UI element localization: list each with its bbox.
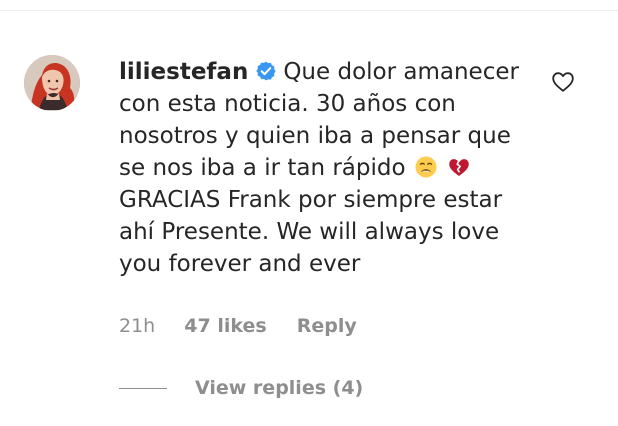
cut-off-text-fragment: · · · [270, 0, 319, 9]
profile-photo [24, 55, 80, 111]
comment-likes[interactable]: 47 likes [184, 313, 266, 339]
avatar[interactable] [24, 55, 80, 111]
previous-comment-cut-off: · · · [0, 0, 618, 11]
comment-meta-row: 21h 47 likes Reply [119, 313, 357, 339]
heart-outline-icon [552, 72, 574, 92]
comment-body: liliestefan Que dolor amanecer con esta … [119, 56, 539, 280]
weary-face-emoji [414, 155, 438, 179]
comment-text-part-2: GRACIAS Frank por siempre estar ahí Pres… [119, 187, 503, 277]
comment-time[interactable]: 21h [119, 313, 155, 339]
like-comment-button[interactable] [551, 70, 575, 94]
broken-heart-emoji [447, 155, 471, 179]
view-replies-button[interactable]: View replies (4) [195, 375, 363, 401]
verified-badge-icon [255, 59, 277, 81]
instagram-comment-view: · · · liliestefan Que dolor amanecer con… [0, 0, 618, 426]
reply-button[interactable]: Reply [297, 313, 357, 339]
comment-username[interactable]: liliestefan [119, 59, 248, 85]
replies-divider-line [119, 388, 167, 389]
